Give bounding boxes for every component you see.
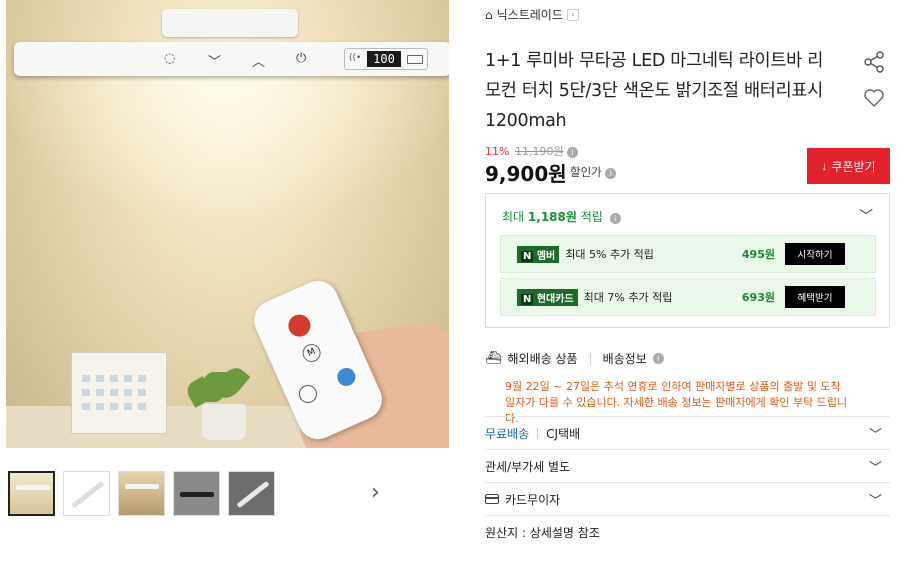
- lamp-bar: ◌ ﹀ ︿ ⏻ ((• 100: [14, 42, 449, 76]
- product-title: 1+1 루미바 무타공 LED 마그네틱 라이트바 리모컨 터치 5단/3단 색…: [485, 51, 823, 131]
- badge-label: 현대카드: [536, 293, 574, 305]
- remote-power-button: [284, 311, 314, 341]
- offer-text: 최대 5% 추가 적립: [565, 248, 654, 261]
- naver-mark: N: [521, 293, 534, 305]
- free-shipping-label: 무료배송: [485, 426, 530, 441]
- thumbnail-2[interactable]: [63, 471, 110, 516]
- start-button[interactable]: 시작하기: [785, 243, 845, 265]
- home-icon: ⌂: [485, 7, 493, 22]
- thumbnail-1[interactable]: [8, 471, 55, 516]
- divider: [537, 427, 539, 439]
- share-icon[interactable]: [862, 50, 886, 74]
- original-price: 11,190원: [514, 145, 564, 158]
- offer-amount: 693원: [741, 291, 775, 304]
- lamp-mount: [162, 9, 298, 37]
- chevron-right-icon[interactable]: ›: [371, 480, 380, 505]
- remote-minus-button: [296, 382, 320, 406]
- rewards-prefix: 최대: [502, 210, 525, 224]
- mode-icon: ◌: [164, 51, 176, 66]
- remote-color-button: [334, 365, 359, 389]
- naver-mark: N: [521, 250, 534, 262]
- light-glow: [6, 76, 449, 216]
- chevron-down-icon: ﹀: [208, 55, 222, 70]
- discount-percent: 11%: [485, 145, 510, 158]
- price-note-label: 할인가: [570, 165, 602, 179]
- customs-row[interactable]: 관세/부가세 별도 ﹀: [485, 449, 890, 482]
- price-note: 할인가 i: [570, 164, 617, 180]
- desk-calendar: [71, 352, 167, 434]
- battery-icon: [407, 55, 423, 64]
- rewards-suffix: 적립: [580, 210, 603, 224]
- info-icon[interactable]: i: [605, 168, 617, 179]
- offer-amount: 495원: [741, 248, 775, 261]
- origin-label: 원산지 : 상세설명 참조: [485, 525, 600, 540]
- coupon-label: 쿠폰받기: [831, 159, 876, 174]
- offer-text: 최대 7% 추가 적립: [583, 291, 673, 304]
- chevron-down-icon: ﹀: [868, 460, 882, 476]
- card-installment-label: 카드무이자: [505, 492, 561, 507]
- chevron-right-icon: ›: [566, 8, 579, 21]
- reward-offer-membership: N 멤버 최대 5% 추가 적립 495원 시작하기: [500, 235, 876, 273]
- seller-name: 닉스트레이드: [496, 8, 563, 22]
- sale-price: 9,900원: [485, 162, 567, 186]
- rewards-header[interactable]: 최대 1,188원 적립 i: [502, 208, 621, 225]
- download-icon: ↓: [821, 159, 828, 173]
- ship-icon: ⛴: [485, 351, 502, 366]
- rewards-panel: 최대 1,188원 적립 i ﹀ N 멤버 최대 5% 추가 적립 495원 시…: [485, 193, 890, 328]
- origin-row: 원산지 : 상세설명 참조: [485, 515, 890, 548]
- chevron-up-icon: ︿: [252, 55, 266, 70]
- remote-mode-button: M: [299, 341, 324, 365]
- card-badge: N 현대카드: [517, 288, 578, 306]
- display-readout: 100: [367, 51, 401, 67]
- reward-offer-card: N 현대카드 최대 7% 추가 적립 693원 혜택받기: [500, 278, 876, 316]
- delivery-row[interactable]: 무료배송 CJ택배 ﹀: [485, 416, 890, 449]
- info-icon[interactable]: i: [609, 213, 621, 224]
- info-icon[interactable]: i: [652, 353, 664, 364]
- plant-pot: [202, 404, 246, 440]
- card-installment-row[interactable]: 카드무이자 ﹀: [485, 482, 890, 515]
- chevron-down-icon: ﹀: [868, 493, 882, 509]
- customs-label: 관세/부가세 별도: [485, 459, 571, 474]
- rewards-amount: 1,188원: [527, 210, 577, 224]
- membership-badge: N 멤버: [517, 245, 560, 263]
- power-icon: ⏻: [296, 51, 307, 66]
- carrier-label: CJ택배: [546, 426, 581, 441]
- overseas-label: 해외배송 상품: [507, 352, 578, 366]
- battery-display: ((• 100: [344, 48, 428, 70]
- coupon-button[interactable]: ↓ 쿠폰받기: [807, 148, 890, 184]
- info-icon[interactable]: i: [567, 147, 579, 158]
- badge-label: 멤버: [536, 250, 556, 262]
- thumbnail-3[interactable]: [118, 471, 165, 516]
- heart-icon[interactable]: [862, 86, 886, 110]
- card-icon: [485, 494, 499, 504]
- thumbnail-5[interactable]: [228, 471, 275, 516]
- chevron-down-icon: ﹀: [868, 427, 882, 443]
- thumbnail-4[interactable]: [173, 471, 220, 516]
- seller-link[interactable]: ⌂ 닉스트레이드 ›: [485, 6, 579, 23]
- divider: [589, 352, 591, 365]
- get-benefit-button[interactable]: 혜택받기: [785, 286, 845, 308]
- shipping-info-label[interactable]: 배송정보: [603, 350, 647, 367]
- discount-row: 11% 11,190원 i: [485, 143, 579, 159]
- chevron-down-icon[interactable]: ﹀: [859, 206, 873, 226]
- main-product-image[interactable]: ◌ ﹀ ︿ ⏻ ((• 100 M: [6, 0, 449, 448]
- wifi-icon: ((•: [349, 53, 362, 63]
- thumbnail-strip: [8, 471, 275, 516]
